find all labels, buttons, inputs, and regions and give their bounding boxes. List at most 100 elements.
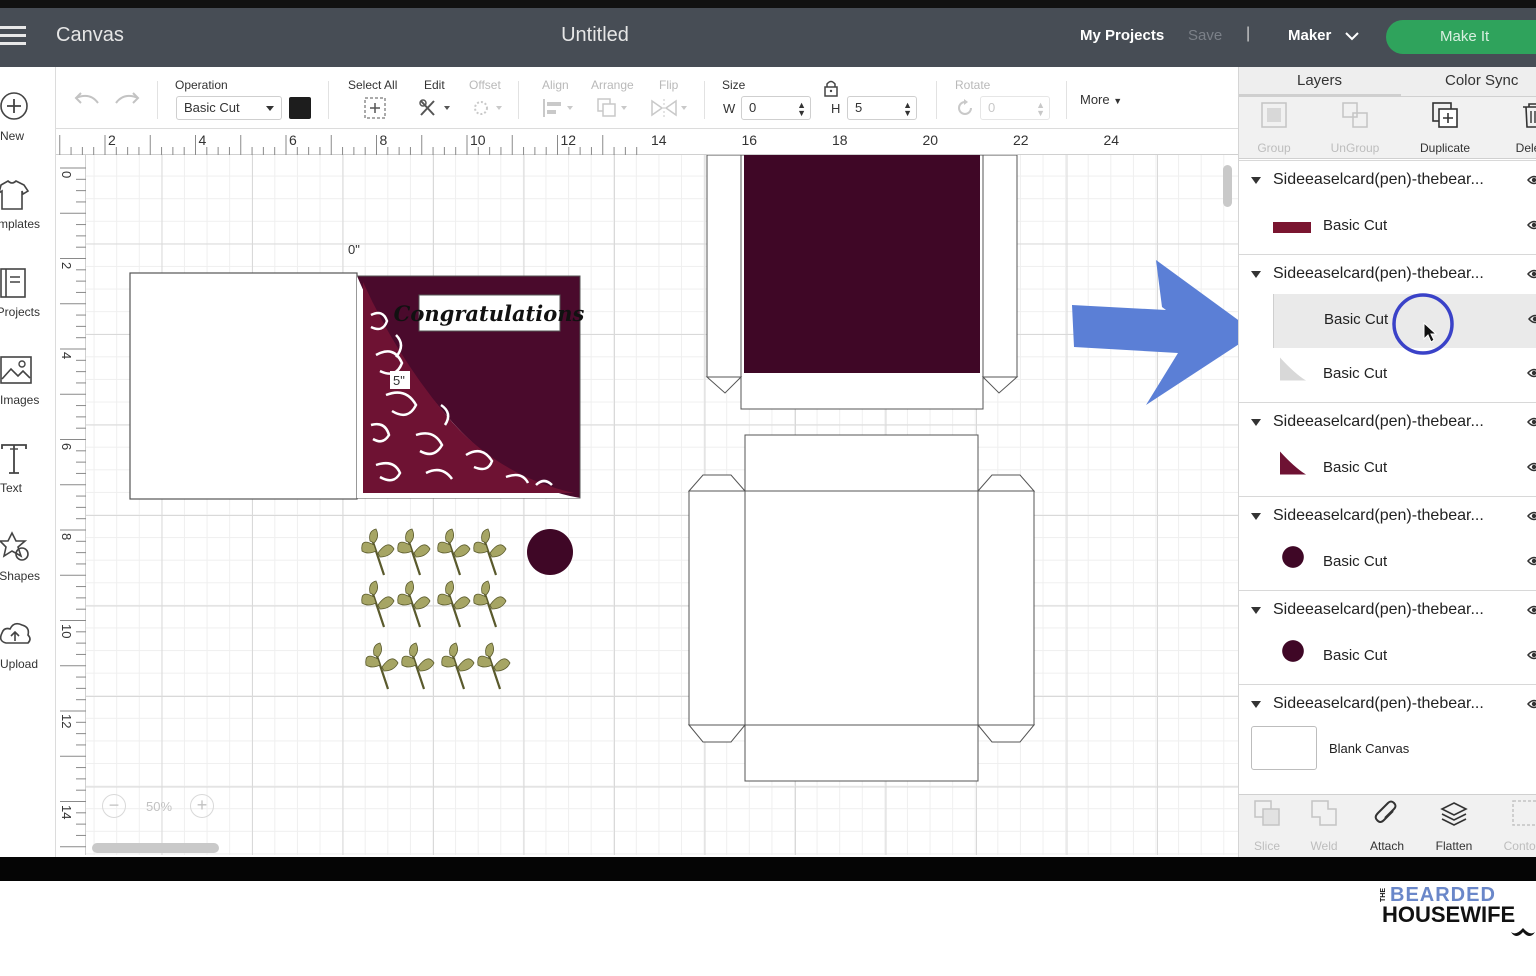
save-button[interactable]: Save bbox=[1188, 27, 1222, 44]
make-it-button[interactable]: Make It bbox=[1386, 20, 1536, 54]
spinner-icon[interactable]: ▲ ▼ bbox=[903, 101, 912, 118]
leaf-sprig[interactable] bbox=[397, 580, 431, 628]
leaf-sprig[interactable] bbox=[437, 528, 471, 576]
eye-icon[interactable] bbox=[1527, 267, 1536, 281]
eye-icon[interactable] bbox=[1527, 554, 1536, 568]
layer-thumbnail bbox=[1280, 357, 1306, 381]
chevron-down-icon[interactable] bbox=[1344, 28, 1360, 44]
zoom-in-button[interactable]: + bbox=[190, 794, 214, 818]
align-icon[interactable] bbox=[542, 97, 576, 119]
contour-button[interactable]: Contour bbox=[1485, 799, 1536, 853]
spinner-icon[interactable]: ▲ ▼ bbox=[797, 101, 806, 118]
group-button[interactable]: Group bbox=[1239, 101, 1314, 155]
eye-icon[interactable] bbox=[1527, 603, 1536, 617]
sidebar-item-templates[interactable]: Templates bbox=[0, 155, 56, 243]
box-lid-burgundy-liner[interactable] bbox=[744, 155, 980, 373]
leaf-sprig[interactable] bbox=[401, 642, 435, 690]
undo-icon[interactable] bbox=[74, 89, 100, 107]
eye-icon[interactable] bbox=[1527, 509, 1536, 523]
rotate-input[interactable]: 0 ▲ ▼ bbox=[980, 96, 1050, 120]
spinner-icon[interactable]: ▲ ▼ bbox=[1036, 101, 1045, 118]
collapse-triangle-icon[interactable] bbox=[1251, 701, 1261, 708]
edit-icon[interactable] bbox=[418, 97, 452, 119]
eye-icon[interactable] bbox=[1527, 366, 1536, 380]
layer-row[interactable]: Basic Cut bbox=[1273, 200, 1536, 254]
offset-icon[interactable] bbox=[470, 97, 504, 119]
shirt-icon bbox=[0, 180, 30, 210]
more-menu[interactable]: More ▼ bbox=[1080, 92, 1122, 107]
cursor-highlight bbox=[1392, 293, 1454, 355]
horizontal-ruler: 2 4 6 8 10 12 14 16 18 20 22 24 bbox=[56, 129, 1238, 155]
sidebar-item-text[interactable]: Text bbox=[0, 419, 56, 507]
redo-icon[interactable] bbox=[114, 89, 140, 107]
layer-row[interactable]: Basic Cut bbox=[1273, 630, 1536, 684]
zoom-out-button[interactable]: − bbox=[102, 794, 126, 818]
vertical-scrollbar[interactable] bbox=[1223, 165, 1232, 207]
sidebar-item-label: Text bbox=[0, 481, 23, 495]
my-projects-link[interactable]: My Projects bbox=[1080, 27, 1164, 44]
blank-canvas-row[interactable]: Blank Canvas bbox=[1239, 724, 1536, 776]
eye-icon[interactable] bbox=[1527, 415, 1536, 429]
burgundy-circle[interactable] bbox=[527, 529, 573, 575]
arrange-icon[interactable] bbox=[596, 97, 630, 119]
eye-icon[interactable] bbox=[1527, 648, 1536, 662]
leaf-sprig[interactable] bbox=[473, 580, 507, 628]
layer-group-header[interactable]: Sideeaselcard(pen)-thebear... bbox=[1239, 254, 1536, 294]
layer-group-header[interactable]: Sideeaselcard(pen)-thebear... bbox=[1239, 590, 1536, 630]
width-input[interactable]: 0 ▲ ▼ bbox=[741, 96, 811, 120]
operation-select[interactable]: Basic Cut bbox=[176, 96, 282, 120]
leaf-sprig[interactable] bbox=[365, 642, 399, 690]
layer-group-header[interactable]: Sideeaselcard(pen)-thebear... bbox=[1239, 496, 1536, 536]
sidebar-item-images[interactable]: Images bbox=[0, 331, 56, 419]
sidebar-item-shapes[interactable]: Shapes bbox=[0, 507, 56, 595]
sidebar-item-upload[interactable]: Upload bbox=[0, 595, 56, 683]
leaf-sprig[interactable] bbox=[441, 642, 475, 690]
layer-row[interactable]: Basic Cut bbox=[1273, 536, 1536, 590]
sidebar-item-projects[interactable]: Projects bbox=[0, 243, 56, 331]
collapse-triangle-icon[interactable] bbox=[1251, 177, 1261, 184]
document-title[interactable]: Untitled bbox=[530, 24, 660, 47]
eye-icon[interactable] bbox=[1528, 312, 1536, 326]
layer-group-header[interactable]: Sideeaselcard(pen)-thebear... bbox=[1239, 160, 1536, 200]
collapse-triangle-icon[interactable] bbox=[1251, 419, 1261, 426]
tab-color-sync[interactable]: Color Sync bbox=[1445, 72, 1518, 89]
collapse-triangle-icon[interactable] bbox=[1251, 271, 1261, 278]
leaf-sprig[interactable] bbox=[361, 580, 395, 628]
collapse-triangle-icon[interactable] bbox=[1251, 607, 1261, 614]
duplicate-button[interactable]: Duplicate bbox=[1405, 101, 1485, 155]
hamburger-menu-icon[interactable] bbox=[0, 26, 28, 48]
leaf-sprig[interactable] bbox=[477, 642, 511, 690]
layer-group-header[interactable]: Sideeaselcard(pen)-thebear... bbox=[1239, 684, 1536, 724]
color-swatch[interactable] bbox=[289, 97, 311, 119]
flatten-icon bbox=[1440, 802, 1468, 826]
rotate-icon[interactable] bbox=[955, 98, 975, 118]
card-base-panel[interactable] bbox=[129, 272, 358, 500]
flip-label: Flip bbox=[659, 78, 679, 92]
height-input[interactable]: 5 ▲ ▼ bbox=[847, 96, 917, 120]
leaf-sprigs[interactable] bbox=[361, 528, 511, 690]
delete-button[interactable]: Delete bbox=[1493, 101, 1536, 155]
eye-icon[interactable] bbox=[1527, 173, 1536, 187]
leaf-sprig[interactable] bbox=[437, 580, 471, 628]
sidebar-item-new[interactable]: New bbox=[0, 67, 56, 155]
lock-icon[interactable] bbox=[822, 79, 840, 97]
eye-icon[interactable] bbox=[1527, 218, 1536, 232]
ungroup-button[interactable]: UnGroup bbox=[1315, 101, 1395, 155]
leaf-sprig[interactable] bbox=[397, 528, 431, 576]
flatten-button[interactable]: Flatten bbox=[1414, 799, 1494, 853]
flip-icon[interactable] bbox=[650, 97, 690, 119]
leaf-sprig[interactable] bbox=[473, 528, 507, 576]
tab-layers[interactable]: Layers bbox=[1297, 72, 1342, 89]
select-all-icon[interactable] bbox=[364, 97, 386, 119]
layer-group-header[interactable]: Sideeaselcard(pen)-thebear... bbox=[1239, 402, 1536, 442]
horizontal-scrollbar[interactable] bbox=[92, 843, 219, 853]
machine-selector[interactable]: Maker bbox=[1288, 27, 1331, 44]
leaf-sprig[interactable] bbox=[361, 528, 395, 576]
design-canvas[interactable]: Congratulations 0" 5" − 50% + bbox=[86, 155, 1238, 855]
eye-icon[interactable] bbox=[1527, 460, 1536, 474]
layer-name: Basic Cut bbox=[1323, 217, 1388, 234]
eye-icon[interactable] bbox=[1527, 697, 1536, 711]
box-base-template[interactable] bbox=[687, 434, 1036, 782]
collapse-triangle-icon[interactable] bbox=[1251, 513, 1261, 520]
layer-row[interactable]: Basic Cut bbox=[1273, 442, 1536, 496]
